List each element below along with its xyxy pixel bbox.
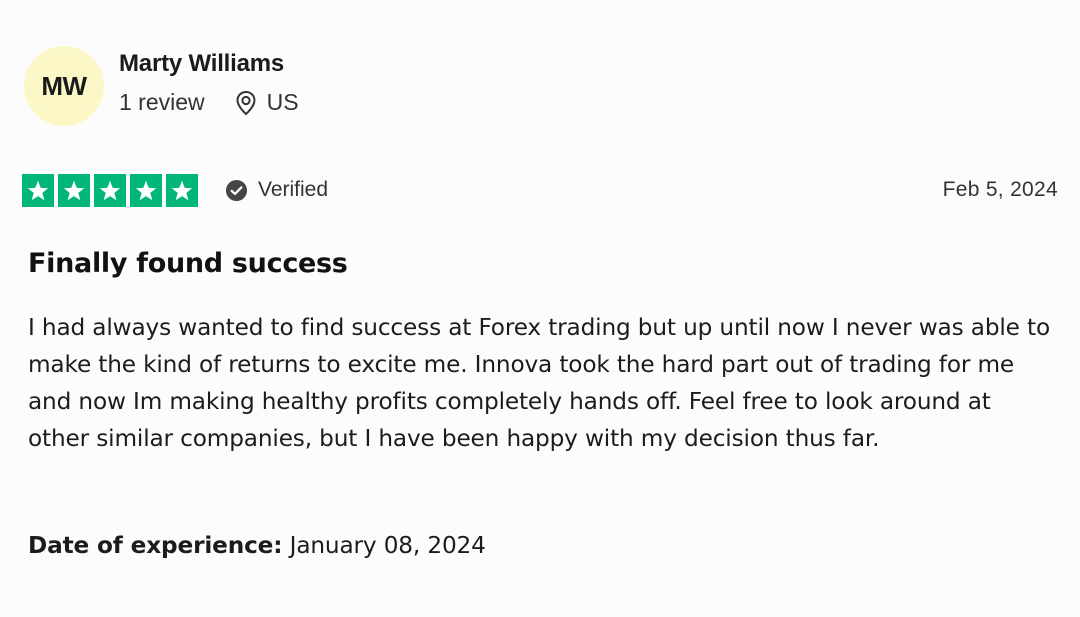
star-rating — [22, 174, 198, 207]
experience-date: January 08, 2024 — [289, 532, 486, 559]
star-icon — [166, 174, 198, 207]
star-icon — [58, 174, 90, 207]
date-of-experience: Date of experience: January 08, 2024 — [28, 532, 486, 559]
star-icon — [130, 174, 162, 207]
verified-badge[interactable]: Verified — [225, 178, 328, 202]
map-pin-icon — [235, 90, 257, 116]
avatar-initials: MW — [41, 70, 87, 101]
reviewer-location: US — [266, 89, 299, 115]
review-title[interactable]: Finally found success — [28, 248, 348, 279]
review-date: Feb 5, 2024 — [942, 178, 1058, 201]
experience-label: Date of experience: — [28, 532, 283, 559]
review-body: I had always wanted to find success at F… — [28, 314, 1050, 452]
avatar[interactable]: MW — [24, 46, 104, 126]
review-card: MW Marty Williams 1 review US Verified F… — [0, 0, 1080, 617]
verified-label: Verified — [258, 178, 329, 201]
reviewer-name[interactable]: Marty Williams — [119, 50, 284, 78]
check-circle-icon — [225, 179, 248, 202]
star-icon — [22, 174, 54, 207]
star-icon — [94, 174, 126, 207]
review-count: 1 review — [119, 89, 205, 115]
reviewer-meta: 1 review US — [119, 89, 299, 116]
